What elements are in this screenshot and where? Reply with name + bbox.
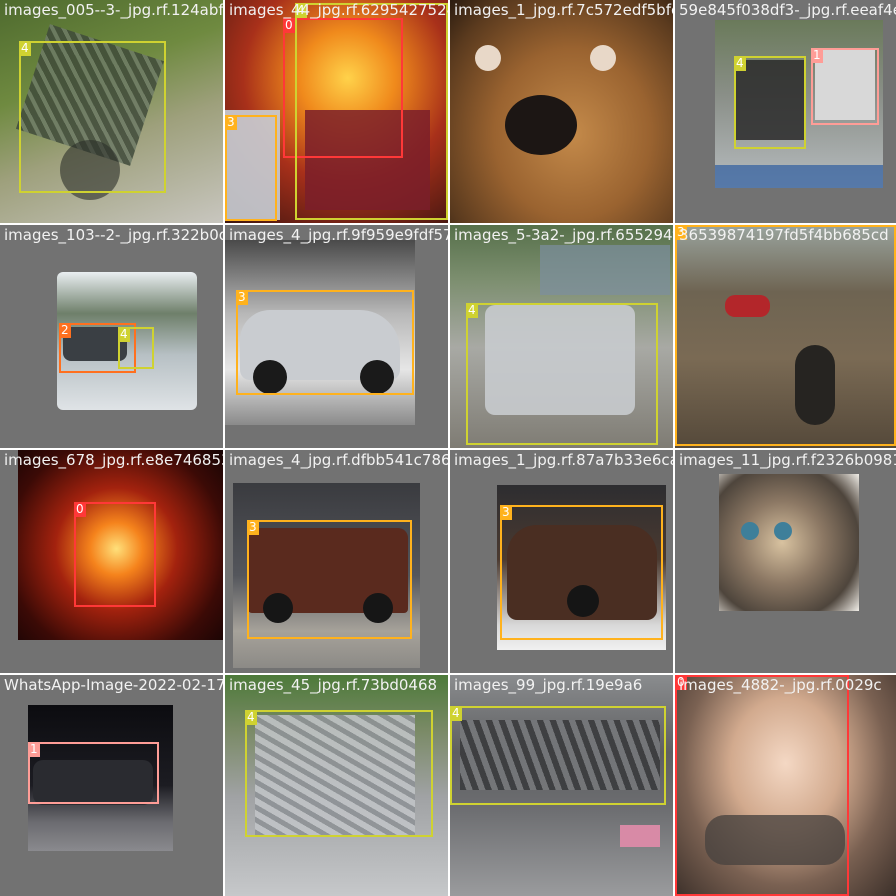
bounding-box: 3 <box>675 225 896 446</box>
image-filename: images_1_jpg.rf.7c572edf5bfc4c8422 <box>454 1 673 19</box>
box-class-label: 4 <box>734 56 746 71</box>
bounding-box: 0 <box>675 675 849 896</box>
mosaic-tile[interactable]: 2 4 images_103--2-_jpg.rf.322b0d3d9823a9… <box>0 225 223 448</box>
image-filename: 36539874197fd5f4bb685cd <box>679 226 889 244</box>
mosaic-tile[interactable]: 3 36539874197fd5f4bb685cd <box>675 225 896 448</box>
image-filename: images_44_jpg.rf.6295427524338d5e <box>229 1 448 19</box>
bounding-box: 3 <box>247 520 412 639</box>
box-class-label: 4 <box>466 303 478 318</box>
box-class-label: 0 <box>74 502 86 517</box>
image-filename: images_11_jpg.rf.f2326b098147ff9a4 <box>679 451 896 469</box>
mosaic-tile[interactable]: 4 1 59e845f038df3-_jpg.rf.eeaf4e <box>675 0 896 223</box>
box-class-label: 3 <box>225 115 237 130</box>
bounding-box: 3 <box>225 115 277 221</box>
bounding-box: 4 <box>19 41 166 193</box>
image-filename: images_4_jpg.rf.9f959e9fdf573d9 <box>229 226 448 244</box>
bounding-box: 4 <box>245 710 433 837</box>
box-class-label: 0 <box>283 18 295 33</box>
box-class-label: 1 <box>28 742 40 757</box>
box-class-label: 3 <box>500 505 512 520</box>
bounding-box: 0 <box>74 502 156 607</box>
image-filename: images_005--3-_jpg.rf.124abf1a5a <box>4 1 223 19</box>
image-filename: images_45_jpg.rf.73bd0468 <box>229 676 438 694</box>
mosaic-tile[interactable]: 0 images_4882-_jpg.rf.0029c <box>675 675 896 896</box>
image-filename: images_4_jpg.rf.dfbb541c786215081 <box>229 451 448 469</box>
box-class-label: 3 <box>236 290 248 305</box>
image-filename: images_1_jpg.rf.87a7b33e6ca77a6085 <box>454 451 673 469</box>
image-filename: images_4882-_jpg.rf.0029c <box>679 676 882 694</box>
mosaic-tile[interactable]: 1 WhatsApp-Image-2022-02-17 <box>0 675 223 896</box>
mosaic-tile[interactable]: 0 images_678_jpg.rf.e8e7468530079e975 <box>0 450 223 673</box>
box-class-label: 2 <box>59 323 71 338</box>
bounding-box: 4 <box>118 327 154 369</box>
photo-dog <box>450 0 673 223</box>
box-class-label: 3 <box>247 520 259 535</box>
bounding-box: 4 <box>295 3 448 220</box>
image-filename: images_678_jpg.rf.e8e7468530079e975 <box>4 451 223 469</box>
image-filename: 59e845f038df3-_jpg.rf.eeaf4e <box>679 1 896 19</box>
box-class-label: 4 <box>118 327 130 342</box>
mosaic-tile[interactable]: 4 images_5-3a2-_jpg.rf.655294f58f0 <box>450 225 673 448</box>
image-filename: WhatsApp-Image-2022-02-17 <box>4 676 223 694</box>
image-filename: images_103--2-_jpg.rf.322b0d3d9823a9a4 <box>4 226 223 244</box>
bounding-box: 1 <box>28 742 159 804</box>
bounding-box: 1 <box>811 48 879 125</box>
box-class-label: 1 <box>811 48 823 63</box>
mosaic-tile[interactable]: images_11_jpg.rf.f2326b098147ff9a4 <box>675 450 896 673</box>
bounding-box: 4 <box>734 56 806 149</box>
photo-kitten <box>719 474 859 611</box>
bounding-box: 3 <box>236 290 414 395</box>
mosaic-tile[interactable]: 3 images_4_jpg.rf.dfbb541c786215081 <box>225 450 448 673</box>
mosaic-tile[interactable]: 3 images_1_jpg.rf.87a7b33e6ca77a6085 <box>450 450 673 673</box>
bounding-box: 3 <box>500 505 663 640</box>
mosaic-tile[interactable]: 4 images_99_jpg.rf.19e9a6 <box>450 675 673 896</box>
image-filename: images_5-3a2-_jpg.rf.655294f58f0 <box>454 226 673 244</box>
bounding-box: 4 <box>466 303 658 445</box>
box-class-label: 4 <box>450 706 462 721</box>
mosaic-tile[interactable]: 4 images_45_jpg.rf.73bd0468 <box>225 675 448 896</box>
mosaic-tile[interactable]: 0 4 3 images_44_jpg.rf.6295427524338d5e <box>225 0 448 223</box>
box-class-label: 4 <box>19 41 31 56</box>
mosaic-tile[interactable]: 4 images_005--3-_jpg.rf.124abf1a5a <box>0 0 223 223</box>
mosaic-tile[interactable]: 3 images_4_jpg.rf.9f959e9fdf573d9 <box>225 225 448 448</box>
bounding-box: 4 <box>450 706 666 805</box>
mosaic-grid: 4 images_005--3-_jpg.rf.124abf1a5a 0 4 3… <box>0 0 896 896</box>
image-filename: images_99_jpg.rf.19e9a6 <box>454 676 643 694</box>
mosaic-tile[interactable]: images_1_jpg.rf.7c572edf5bfc4c8422 <box>450 0 673 223</box>
box-class-label: 4 <box>245 710 257 725</box>
